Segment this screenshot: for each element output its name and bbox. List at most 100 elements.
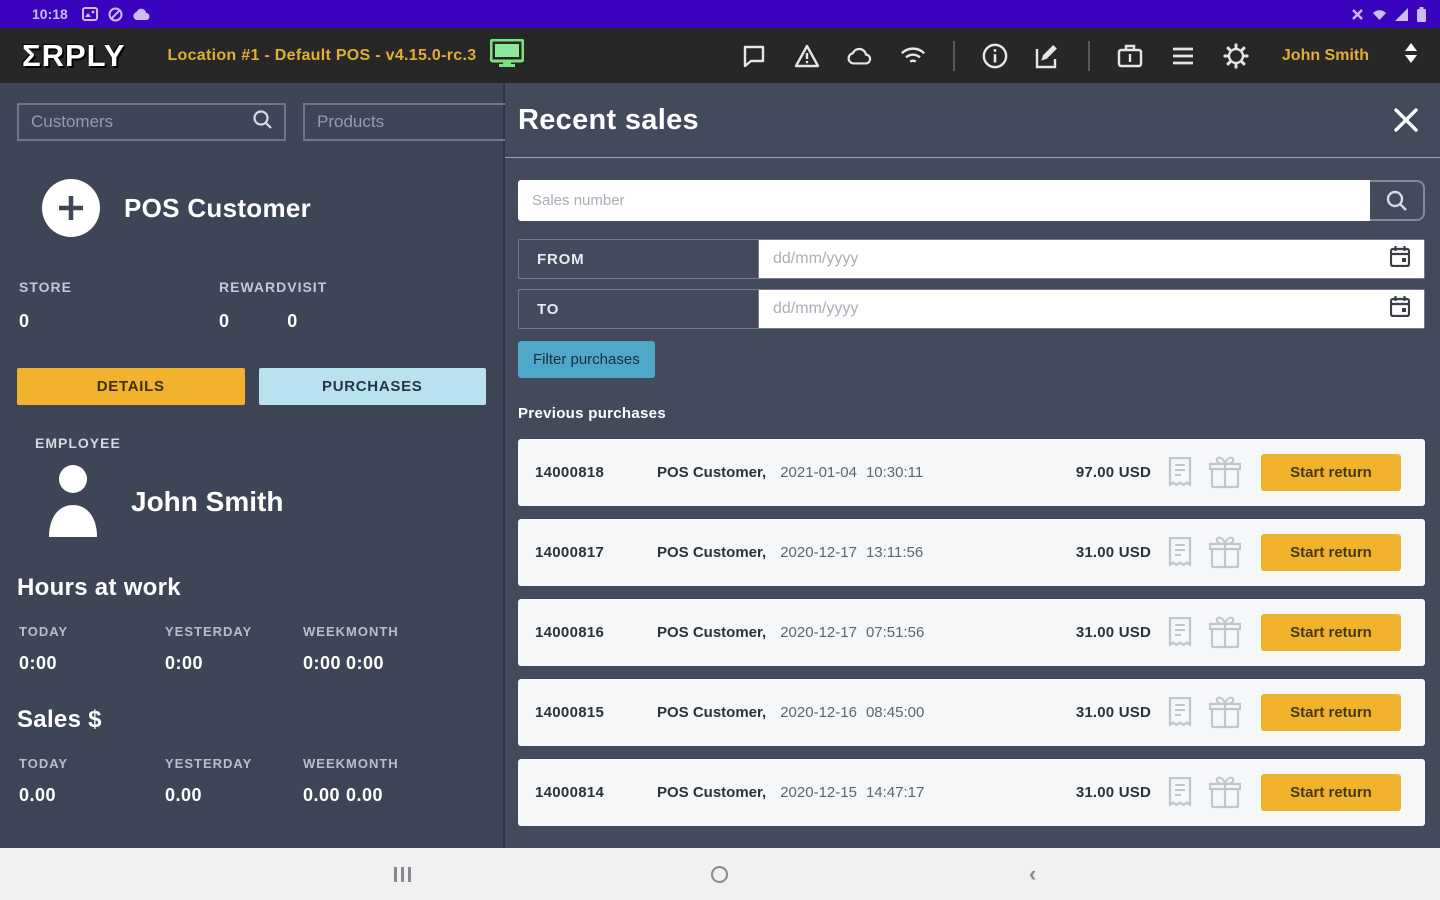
- receipt-icon[interactable]: [1167, 616, 1193, 649]
- mute-icon: [1351, 8, 1364, 21]
- receipt-icon[interactable]: [1167, 456, 1193, 489]
- pos-customer-block[interactable]: POS Customer: [42, 179, 486, 237]
- from-date-row: FROM: [518, 239, 1425, 279]
- back-icon[interactable]: ‹: [1029, 848, 1036, 900]
- metric-value: 0.00: [165, 785, 203, 805]
- gift-icon[interactable]: [1209, 696, 1241, 729]
- start-return-button[interactable]: Start return: [1261, 614, 1401, 651]
- start-return-button[interactable]: Start return: [1261, 694, 1401, 731]
- from-label: FROM: [519, 240, 759, 278]
- warning-icon[interactable]: [794, 43, 820, 69]
- filter-purchases-button[interactable]: Filter purchases: [518, 341, 655, 378]
- employee-label: EMPLOYEE: [35, 435, 121, 451]
- sale-time: 10:30:11: [865, 464, 924, 481]
- sale-number: 14000817: [535, 544, 605, 561]
- header-divider: [1087, 40, 1090, 71]
- sale-date: 2020-12-17: [780, 544, 857, 561]
- calendar-icon[interactable]: [1389, 296, 1411, 322]
- wifi-icon[interactable]: [900, 43, 926, 69]
- signal-icon: [1395, 7, 1409, 21]
- chat-icon[interactable]: [741, 43, 767, 69]
- details-button[interactable]: DETAILS: [17, 368, 245, 405]
- employee-block: John Smith: [45, 461, 486, 542]
- sales-metric: MONTH 0.00: [346, 756, 399, 806]
- customers-search-input[interactable]: [31, 112, 252, 132]
- add-customer-icon[interactable]: [42, 179, 100, 237]
- header-divider: [952, 40, 955, 71]
- monitor-icon: [489, 38, 525, 72]
- start-return-button[interactable]: Start return: [1261, 534, 1401, 571]
- user-menu[interactable]: John Smith: [1282, 47, 1369, 65]
- receipt-icon[interactable]: [1167, 536, 1193, 569]
- search-icon: [252, 109, 274, 136]
- customer-stat: STORE 0: [19, 279, 219, 332]
- search-button[interactable]: [1370, 180, 1425, 221]
- home-icon[interactable]: [711, 848, 728, 900]
- purchase-row[interactable]: 14000814 POS Customer, 2020-12-15 14:47:…: [518, 759, 1425, 826]
- sale-time: 13:11:56: [865, 544, 924, 561]
- hours-metric: YESTERDAY 0:00: [165, 624, 303, 674]
- edit-icon[interactable]: [1035, 43, 1061, 69]
- sale-customer: POS Customer,: [657, 704, 767, 721]
- purchase-row[interactable]: 14000818 POS Customer, 2021-01-04 10:30:…: [518, 439, 1425, 506]
- sale-date: 2021-01-04: [780, 464, 857, 481]
- sales-title: Sales $: [17, 706, 102, 733]
- metric-label: MONTH: [346, 756, 399, 771]
- purchases-button[interactable]: PURCHASES: [258, 368, 486, 405]
- purchase-row[interactable]: 14000815 POS Customer, 2020-12-16 08:45:…: [518, 679, 1425, 746]
- customers-search[interactable]: [17, 103, 286, 141]
- to-label: TO: [519, 290, 759, 328]
- to-date-input[interactable]: [773, 300, 1390, 318]
- menu-icon[interactable]: [1170, 43, 1196, 69]
- start-return-button[interactable]: Start return: [1261, 454, 1401, 491]
- hours-metric: TODAY 0:00: [19, 624, 165, 674]
- metric-label: MONTH: [346, 624, 399, 639]
- recent-sales-panel: Recent sales FROM TO: [505, 83, 1440, 848]
- briefcase-icon[interactable]: [1117, 43, 1143, 69]
- person-icon: [45, 461, 101, 542]
- gift-icon[interactable]: [1209, 776, 1241, 809]
- info-icon[interactable]: [982, 43, 1008, 69]
- receipt-icon[interactable]: [1167, 776, 1193, 809]
- calendar-icon[interactable]: [1389, 246, 1411, 272]
- sales-metric: YESTERDAY 0.00: [165, 756, 303, 806]
- metric-value: 0:00: [346, 653, 385, 673]
- customer-name: POS Customer: [124, 192, 312, 223]
- gift-icon[interactable]: [1209, 456, 1241, 489]
- gift-icon[interactable]: [1209, 616, 1241, 649]
- sale-amount: 31.00 USD: [1075, 704, 1151, 721]
- stat-label: STORE: [19, 279, 72, 295]
- blocked-icon: [108, 7, 123, 22]
- hours-metric: MONTH 0:00: [346, 624, 399, 674]
- start-return-button[interactable]: Start return: [1261, 774, 1401, 811]
- metric-value: 0:00: [165, 653, 204, 673]
- sale-number: 14000818: [535, 464, 605, 481]
- sale-customer: POS Customer,: [657, 544, 767, 561]
- close-icon[interactable]: [1392, 106, 1420, 134]
- sales-number-input[interactable]: [518, 180, 1370, 221]
- metric-label: WEEK: [303, 756, 346, 771]
- recent-apps-icon[interactable]: [394, 848, 411, 900]
- sales-metrics: TODAY 0.00 YESTERDAY 0.00 WEEK 0.00 MONT…: [17, 756, 486, 806]
- sale-time: 07:51:56: [865, 624, 925, 641]
- main-content: POS Customer STORE 0 REWARD 0 VISIT 0: [0, 83, 1440, 848]
- user-menu-arrows-icon[interactable]: [1404, 43, 1418, 68]
- metric-label: TODAY: [19, 624, 69, 639]
- employee-name: John Smith: [131, 485, 284, 517]
- cloud-icon[interactable]: [847, 43, 873, 69]
- stat-value: 0: [19, 311, 30, 331]
- metric-label: WEEK: [303, 624, 346, 639]
- gift-icon[interactable]: [1209, 536, 1241, 569]
- purchase-row[interactable]: 14000816 POS Customer, 2020-12-17 07:51:…: [518, 599, 1425, 666]
- purchase-list: 14000818 POS Customer, 2021-01-04 10:30:…: [518, 439, 1425, 826]
- purchase-row[interactable]: 14000817 POS Customer, 2020-12-17 13:11:…: [518, 519, 1425, 586]
- receipt-icon[interactable]: [1167, 696, 1193, 729]
- from-date-input[interactable]: [773, 250, 1390, 268]
- metric-label: TODAY: [19, 756, 69, 771]
- sales-number-search: [518, 180, 1425, 221]
- metric-value: 0:00: [19, 653, 58, 673]
- sales-metric: TODAY 0.00: [19, 756, 165, 806]
- sale-date: 2020-12-16: [780, 704, 857, 721]
- panel-title: Recent sales: [518, 103, 699, 136]
- settings-gear-icon[interactable]: [1223, 42, 1249, 69]
